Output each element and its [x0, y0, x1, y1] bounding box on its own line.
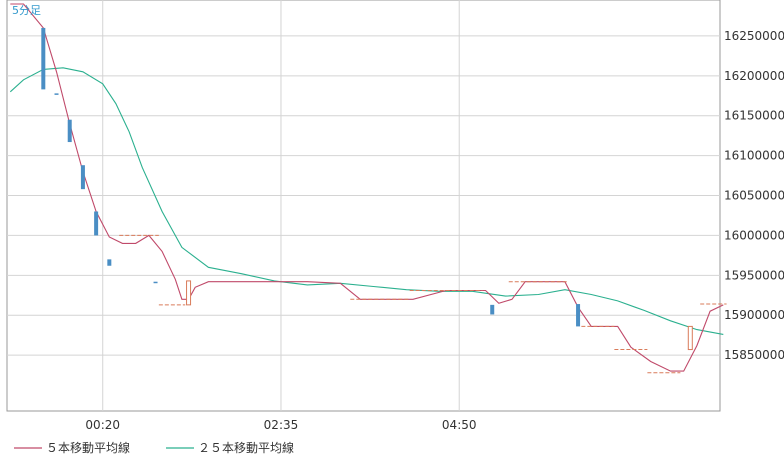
- x-tick-label: 00:20: [85, 418, 120, 432]
- y-tick-label: 16250000: [724, 29, 784, 43]
- legend-label: ５本移動平均線: [46, 440, 130, 455]
- chart[interactable]: 15850000 15900000 15950000 16000000 16050000…: [0, 0, 784, 462]
- x-axis: 00:20 02:35 04:50: [85, 418, 476, 432]
- y-tick-label: 15950000: [724, 268, 784, 282]
- y-tick-label: 15900000: [724, 308, 784, 322]
- candle-down: [153, 281, 158, 284]
- timeframe-label[interactable]: 5分足: [12, 4, 41, 17]
- candle-up: [186, 280, 192, 306]
- candle-down: [490, 304, 495, 315]
- candle-down: [80, 165, 85, 190]
- candle-down: [94, 211, 99, 236]
- y-axis: 15850000 15900000 15950000 16000000 16050000…: [724, 29, 784, 362]
- candle-down: [576, 304, 581, 327]
- x-tick-label: 02:35: [264, 418, 299, 432]
- chart-svg[interactable]: 15850000 15900000 15950000 16000000 16050000…: [0, 0, 784, 462]
- legend-label: ２５本移動平均線: [198, 440, 294, 455]
- y-tick-label: 16100000: [724, 149, 784, 163]
- y-tick-label: 15850000: [724, 348, 784, 362]
- plot-area: [6, 0, 721, 412]
- candle-up: [687, 325, 693, 351]
- candle-down: [67, 119, 72, 143]
- plot-border: [6, 0, 721, 412]
- y-tick-label: 16050000: [724, 189, 784, 203]
- legend: ５本移動平均線 ２５本移動平均線: [14, 440, 294, 455]
- candle-down: [107, 259, 112, 266]
- candle-down: [41, 27, 46, 90]
- y-tick-label: 16150000: [724, 109, 784, 123]
- candle-down: [54, 93, 59, 95]
- y-tick-label: 16200000: [724, 69, 784, 83]
- y-tick-label: 16000000: [724, 228, 784, 242]
- x-tick-label: 04:50: [442, 418, 477, 432]
